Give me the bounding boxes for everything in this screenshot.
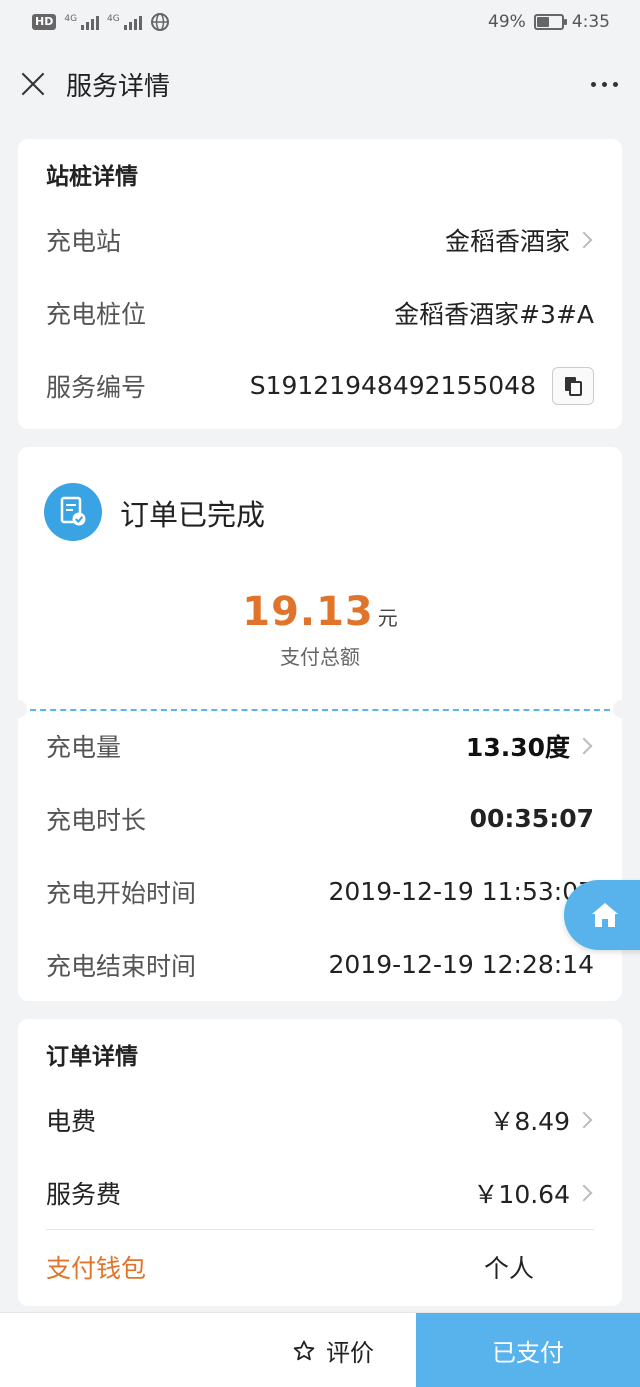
end-time-label: 充电结束时间 [46,951,197,981]
home-icon [592,903,618,927]
chevron-right-icon [575,1184,593,1201]
end-time-row: 充电结束时间 2019-12-19 12:28:14 [18,928,622,1001]
service-fee-value-wrap: ￥10.64 [473,1175,594,1211]
clock-time: 4:35 [571,12,610,32]
star-icon [293,1340,315,1360]
chevron-right-icon [575,231,593,248]
more-options-icon[interactable] [589,72,620,97]
close-icon[interactable] [20,71,46,97]
duration-value: 00:35:07 [469,804,594,833]
network-type-label: 4G [64,14,78,24]
battery-percent: 49% [488,12,526,32]
hd-badge: HD [32,14,57,30]
service-number-row: 服务编号 S19121948492155048 [18,349,622,422]
rate-label: 评价 [326,1339,374,1367]
rate-button[interactable]: 评价 [0,1313,416,1387]
chevron-right-icon [575,1111,593,1128]
energy-value: 13.30度 [465,732,570,762]
station-label: 充电站 [46,226,122,256]
pile-value: 金稻香酒家#3#A [394,299,594,329]
status-bar-right: 49% 4:35 [488,12,610,32]
pile-label: 充电桩位 [46,299,147,329]
energy-row[interactable]: 充电量 13.30度 [18,709,622,782]
duration-row: 充电时长 00:35:07 [18,782,622,855]
signal-icon-2: 4G [107,14,142,30]
electricity-fee-value-wrap: ￥8.49 [489,1102,594,1138]
total-amount: 19.13 元 [18,589,622,635]
order-status-text: 订单已完成 [120,498,266,532]
station-details-card: 站桩详情 充电站 金稻香酒家 充电桩位 金稻香酒家#3#A 服务编号 S1912… [18,139,622,429]
globe-icon [150,13,169,31]
station-value-wrap: 金稻香酒家 [445,222,594,258]
wallet-row: 支付钱包 个人 [18,1230,622,1303]
duration-label: 充电时长 [46,805,147,835]
home-button[interactable] [564,880,640,950]
bill-details-card: 订单详情 电费 ￥8.49 服务费 ￥10.64 支付钱包 个人 [18,1019,622,1306]
order-document-icon [44,483,102,541]
paid-button[interactable]: 已支付 [416,1313,640,1387]
station-value: 金稻香酒家 [444,226,570,256]
battery-icon [533,14,567,30]
copy-icon [565,376,582,396]
electricity-fee-row[interactable]: 电费 ￥8.49 [18,1083,622,1156]
service-fee-value: ￥10.64 [473,1179,570,1209]
start-time-label: 充电开始时间 [46,878,197,908]
charging-info-list: 充电量 13.30度 充电时长 00:35:07 充电开始时间 2019-12-… [18,709,622,1001]
start-time-row: 充电开始时间 2019-12-19 11:53:07 [18,855,622,928]
total-amount-unit: 元 [377,606,398,630]
end-time-value: 2019-12-19 12:28:14 [328,950,594,979]
bill-card-title: 订单详情 [46,1044,138,1070]
wallet-value: 个人 [483,1253,534,1283]
service-number-value: S19121948492155048 [249,371,536,400]
service-number-label: 服务编号 [46,372,147,402]
bottom-action-bar: 评价 已支付 [0,1312,640,1387]
wallet-label: 支付钱包 [46,1253,147,1283]
pile-row: 充电桩位 金稻香酒家#3#A [18,276,622,349]
energy-value-wrap: 13.30度 [466,728,594,764]
order-status-card: 订单已完成 19.13 元 支付总额 充电量 13.30度 充电时长 00:35:… [9,447,631,1001]
network-type-label-2: 4G [107,14,120,24]
service-fee-row[interactable]: 服务费 ￥10.64 [18,1156,622,1229]
service-fee-label: 服务费 [46,1179,122,1209]
page-title: 服务详情 [66,71,171,102]
service-number-value-wrap: S19121948492155048 [249,366,594,405]
energy-label: 充电量 [46,732,122,762]
start-time-value: 2019-12-19 11:53:07 [328,877,594,906]
electricity-fee-label: 电费 [46,1106,97,1136]
electricity-fee-value: ￥8.49 [489,1106,570,1136]
status-bar: HD 4G 4G 49% 4:35 [0,0,640,44]
chevron-right-icon [575,737,593,754]
signal-icon: 4G [64,14,100,30]
total-amount-label: 支付总额 [280,645,360,669]
total-amount-value: 19.13 [242,589,374,635]
copy-button[interactable] [552,366,594,405]
status-bar-left: HD 4G 4G [32,12,170,32]
station-row[interactable]: 充电站 金稻香酒家 [18,203,622,276]
nav-header: 服务详情 [0,44,640,124]
station-card-title: 站桩详情 [46,164,138,190]
